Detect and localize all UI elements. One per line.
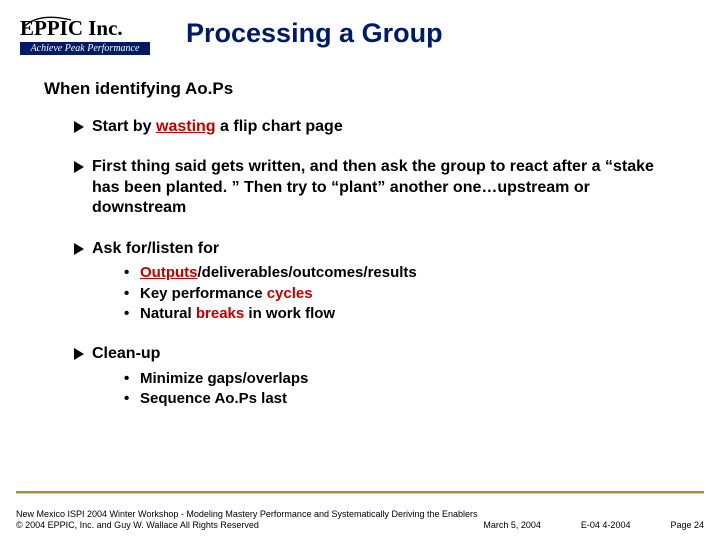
- text: Clean-up: [92, 345, 160, 362]
- sub-list: Minimize gaps/overlaps Sequence Ao.Ps la…: [92, 365, 680, 410]
- slide-title: Processing a Group: [186, 18, 443, 49]
- highlight-text: cycles: [267, 285, 313, 302]
- bullet-2: First thing said gets written, and then …: [74, 157, 680, 218]
- text: Ask for/listen for: [92, 240, 219, 257]
- footer-copyright: © 2004 EPPIC, Inc. and Guy W. Wallace Al…: [16, 520, 259, 532]
- text: Start by: [92, 118, 156, 135]
- footer: New Mexico ISPI 2004 Winter Workshop - M…: [16, 509, 704, 532]
- logo: EPPIC Inc. Achieve Peak Performance: [20, 10, 150, 55]
- bullet-3: Ask for/listen for Outputs/deliverables/…: [74, 239, 680, 324]
- sub-item: Natural breaks in work flow: [124, 304, 680, 324]
- sub-item: Outputs/deliverables/outcomes/results: [124, 263, 680, 283]
- sub-item: Key performance cycles: [124, 284, 680, 304]
- bullet-1: Start by wasting a flip chart page: [74, 117, 680, 137]
- bullet-list: Start by wasting a flip chart page First…: [44, 117, 680, 409]
- text: a flip chart page: [216, 118, 343, 135]
- footer-divider: [16, 491, 704, 494]
- header: EPPIC Inc. Achieve Peak Performance Proc…: [0, 0, 720, 55]
- highlight-text: Outputs: [140, 264, 198, 281]
- sub-item: Minimize gaps/overlaps: [124, 369, 680, 389]
- highlight-text: breaks: [196, 305, 244, 322]
- bullet-4: Clean-up Minimize gaps/overlaps Sequence…: [74, 344, 680, 409]
- footer-title: New Mexico ISPI 2004 Winter Workshop - M…: [16, 509, 704, 521]
- text: /deliverables/outcomes/results: [198, 264, 417, 281]
- footer-meta: © 2004 EPPIC, Inc. and Guy W. Wallace Al…: [16, 520, 704, 532]
- logo-tagline: Achieve Peak Performance: [20, 42, 150, 55]
- content: When identifying Ao.Ps Start by wasting …: [0, 55, 720, 409]
- footer-code: E-04 4-2004: [541, 520, 631, 532]
- sub-list: Outputs/deliverables/outcomes/results Ke…: [92, 259, 680, 324]
- text: in work flow: [244, 305, 335, 322]
- logo-name: EPPIC Inc.: [20, 10, 150, 41]
- intro-text: When identifying Ao.Ps: [44, 79, 680, 99]
- footer-date: March 5, 2004: [463, 520, 541, 532]
- highlight-text: wasting: [156, 118, 216, 135]
- text: Key performance: [140, 285, 267, 302]
- footer-page: Page 24: [630, 520, 704, 532]
- sub-item: Sequence Ao.Ps last: [124, 389, 680, 409]
- text: Natural: [140, 305, 196, 322]
